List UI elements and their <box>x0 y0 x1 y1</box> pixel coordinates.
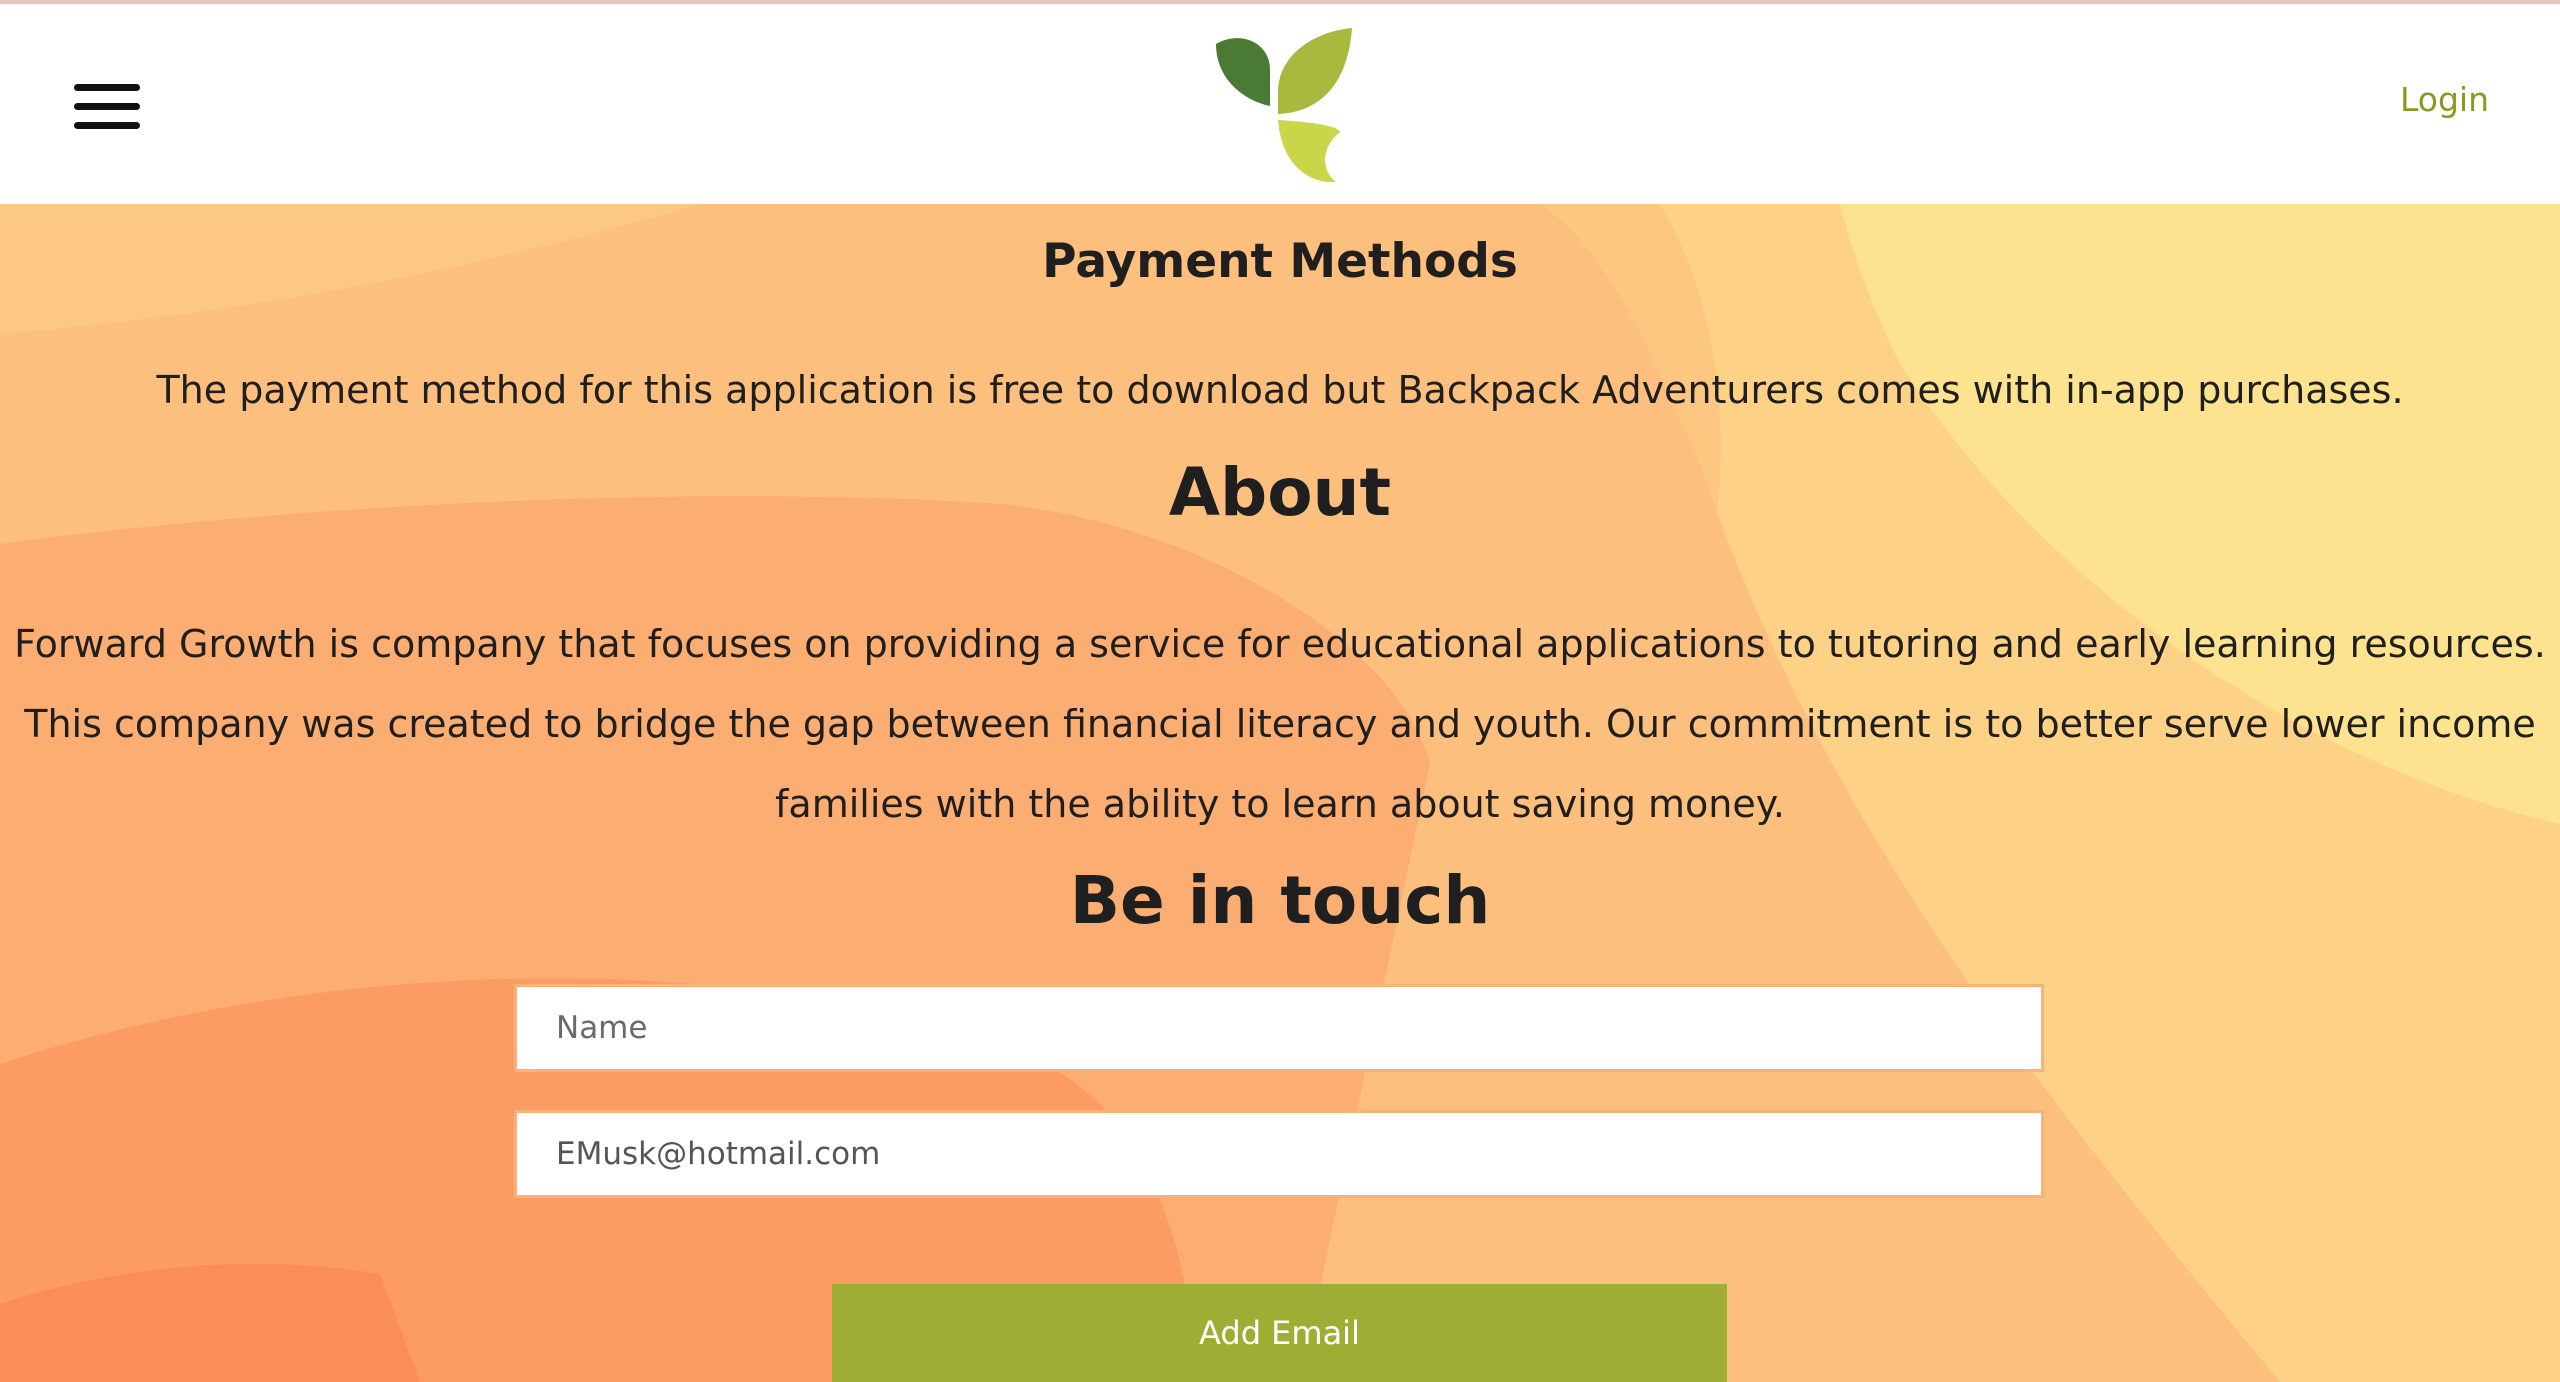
login-link[interactable]: Login <box>2400 80 2489 119</box>
add-email-button[interactable]: Add Email <box>832 1284 1727 1382</box>
be-in-touch-heading: Be in touch <box>1069 862 1491 939</box>
content-column: Payment Methods The payment method for t… <box>0 204 2560 1382</box>
about-text: Forward Growth is company that focuses o… <box>14 622 2546 826</box>
leaf-sprout-logo-icon[interactable] <box>1212 22 1362 184</box>
site-header: Login <box>0 4 2560 204</box>
payment-methods-heading: Payment Methods <box>1042 234 1518 289</box>
about-heading: About <box>1168 454 1392 531</box>
hamburger-menu-icon[interactable] <box>74 84 140 130</box>
main-content: Payment Methods The payment method for t… <box>0 204 2560 1382</box>
email-input[interactable] <box>514 1110 2044 1198</box>
name-input[interactable] <box>514 984 2044 1072</box>
payment-methods-text: The payment method for this application … <box>156 368 2404 412</box>
